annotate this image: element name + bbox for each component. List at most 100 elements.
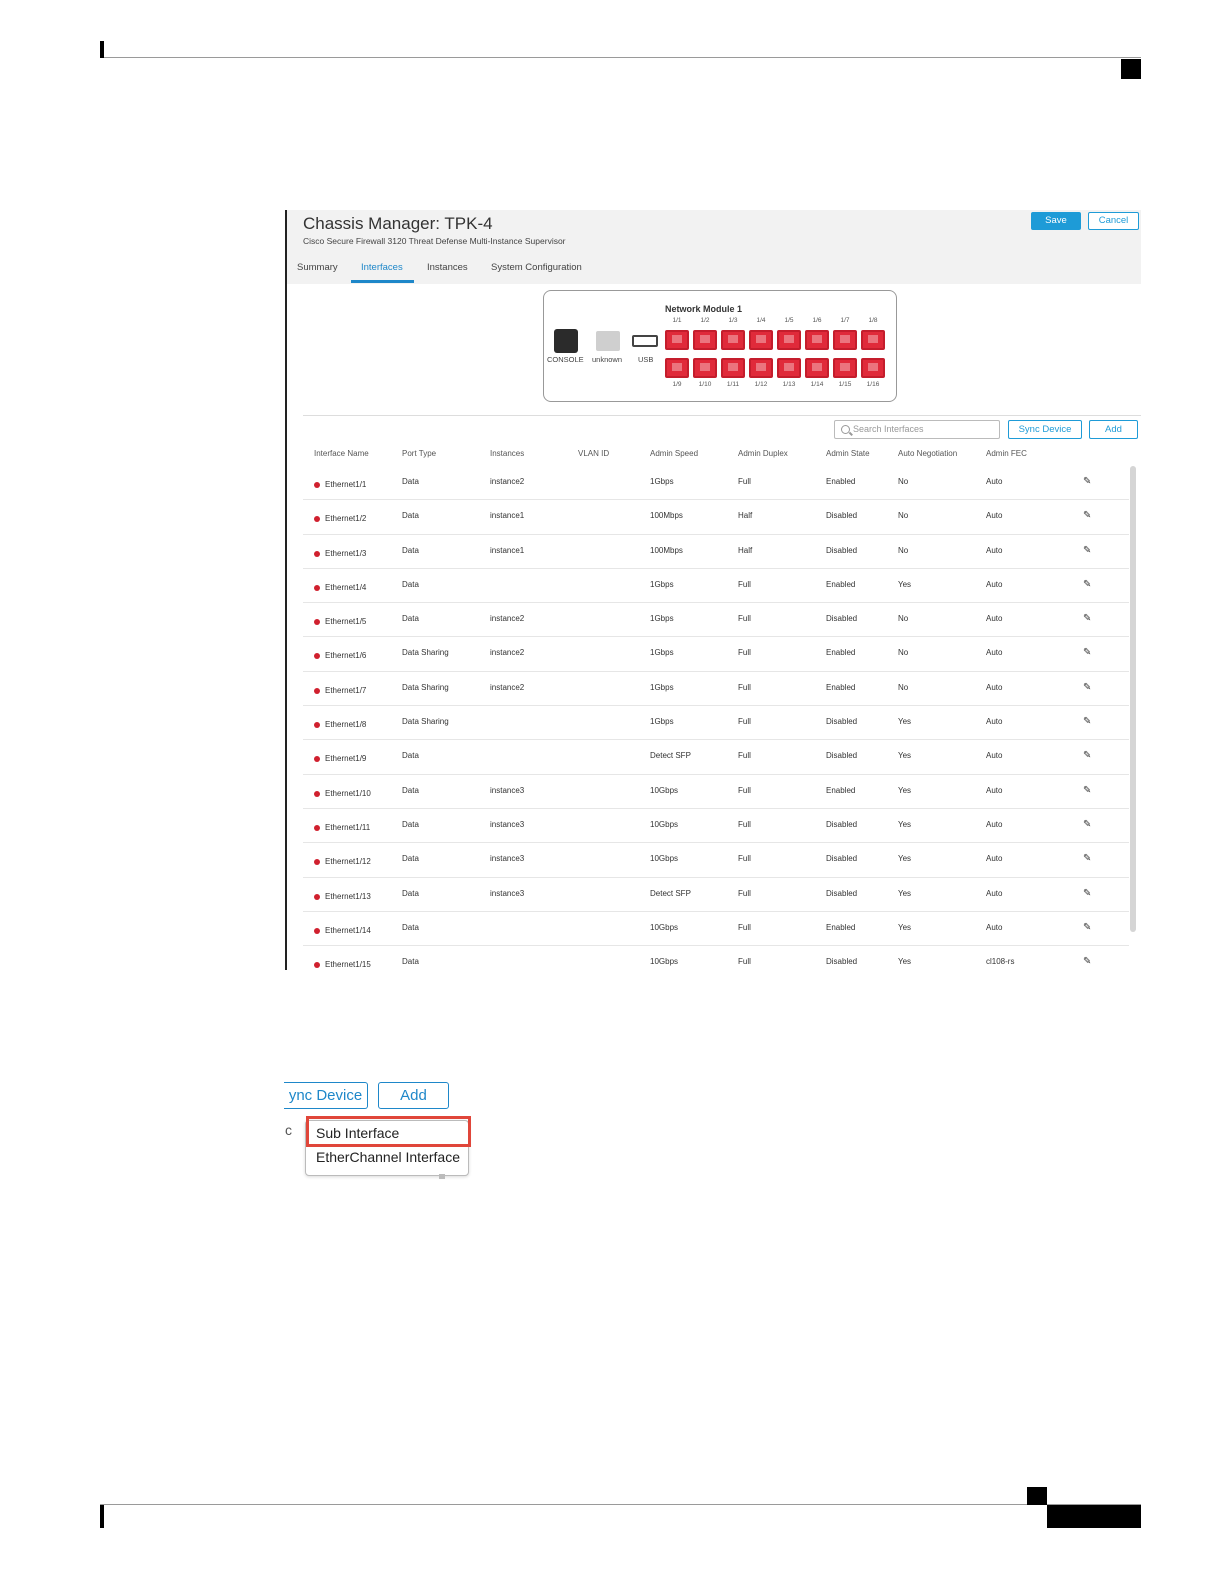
column-header-admin-state[interactable]: Admin State: [826, 449, 870, 458]
header-rule: [100, 57, 1141, 58]
table-row[interactable]: Ethernet1/5 Data instance2 1Gbps Full Disable…: [303, 603, 1129, 638]
table-row[interactable]: Ethernet1/8 Data Sharing 1Gbps Full Disabled…: [303, 706, 1129, 741]
column-header-interface-name[interactable]: Interface Name: [314, 449, 369, 458]
edit-icon[interactable]: ✎: [1083, 888, 1091, 899]
port-label-bottom: 1/9: [672, 381, 682, 388]
ethernet-port-icon[interactable]: [805, 330, 829, 350]
table-row[interactable]: Ethernet1/13 Data instance3 Detect SFP Full D…: [303, 878, 1129, 912]
edit-icon[interactable]: ✎: [1083, 750, 1091, 761]
search-placeholder: Search Interfaces: [853, 424, 924, 434]
table-row[interactable]: Ethernet1/7 Data Sharing instance2 1Gbps Ful…: [303, 672, 1129, 707]
cell-admin-speed: Detect SFP: [650, 888, 691, 898]
edit-icon[interactable]: ✎: [1083, 716, 1091, 727]
active-tab-indicator: [351, 280, 414, 283]
cell-auto-negotiation: Yes: [898, 751, 912, 761]
edit-icon[interactable]: ✎: [1083, 956, 1091, 967]
ethernet-port-icon[interactable]: [665, 358, 689, 378]
table-row[interactable]: Ethernet1/15 Data 10Gbps Full Disabled Yes cl1…: [303, 946, 1129, 970]
table-row[interactable]: Ethernet1/2 Data instance1 100Mbps Half Disab…: [303, 500, 1129, 535]
table-row[interactable]: Ethernet1/11 Data instance3 10Gbps Full Disab…: [303, 809, 1129, 844]
zoom-add-button[interactable]: Add: [378, 1082, 449, 1109]
cell-port-type: Data: [402, 477, 419, 486]
edit-icon[interactable]: ✎: [1083, 647, 1091, 658]
edit-icon[interactable]: ✎: [1083, 545, 1091, 556]
cell-port-type: Data Sharing: [402, 682, 449, 692]
cell-admin-speed: 1Gbps: [650, 477, 674, 486]
table-row[interactable]: Ethernet1/9 Data Detect SFP Full Disabled Yes…: [303, 740, 1129, 775]
edit-icon[interactable]: ✎: [1083, 510, 1091, 521]
cell-admin-speed: 1Gbps: [650, 614, 674, 624]
ethernet-port-icon[interactable]: [749, 330, 773, 350]
cell-admin-duplex: Full: [738, 477, 751, 486]
table-row[interactable]: Ethernet1/10 Data instance3 10Gbps Full Enabl…: [303, 775, 1129, 809]
cell-admin-speed: 10Gbps: [650, 854, 679, 864]
table-row[interactable]: Ethernet1/6 Data Sharing instance2 1Gbps Ful…: [303, 637, 1129, 672]
cell-admin-fec: Auto: [986, 614, 1003, 624]
network-module-panel: CONSOLE unknown USB Network Module 1 1/1…: [543, 290, 897, 402]
ethernet-port-icon[interactable]: [749, 358, 773, 378]
ethernet-port-icon[interactable]: [721, 358, 745, 378]
table-row[interactable]: Ethernet1/1 Data instance2 1Gbps Full Enabled…: [303, 466, 1129, 501]
table-scrollbar[interactable]: [1130, 466, 1136, 932]
ethernet-port-icon[interactable]: [777, 358, 801, 378]
table-row[interactable]: Ethernet1/14 Data 10Gbps Full Enabled Yes Auto…: [303, 912, 1129, 947]
cell-instances: instance3: [490, 888, 525, 898]
cell-admin-duplex: Full: [738, 614, 751, 624]
table-row[interactable]: Ethernet1/3 Data instance1 100Mbps Half Disab…: [303, 535, 1129, 569]
table-row[interactable]: Ethernet1/4 Data 1Gbps Full Enabled Yes Auto ✎: [303, 569, 1129, 604]
ethernet-port-icon[interactable]: [777, 330, 801, 350]
ethernet-port-icon[interactable]: [693, 358, 717, 378]
edit-icon[interactable]: ✎: [1083, 682, 1091, 693]
ethernet-port-icon[interactable]: [861, 330, 885, 350]
edit-icon[interactable]: ✎: [1083, 785, 1091, 796]
cell-auto-negotiation: Yes: [898, 922, 912, 932]
ethernet-port-icon[interactable]: [833, 358, 857, 378]
ethernet-port-icon[interactable]: [805, 358, 829, 378]
edit-icon[interactable]: ✎: [1083, 922, 1091, 933]
cell-port-type: Data: [402, 888, 419, 898]
column-header-admin-speed[interactable]: Admin Speed: [650, 449, 698, 458]
ethernet-port-icon[interactable]: [861, 358, 885, 378]
add-button[interactable]: Add: [1089, 420, 1138, 439]
search-input[interactable]: Search Interfaces: [834, 420, 1000, 439]
ethernet-port-icon[interactable]: [665, 330, 689, 350]
column-header-vlan-id[interactable]: VLAN ID: [578, 449, 609, 458]
tab-instances[interactable]: Instances: [427, 262, 468, 273]
menu-item-etherchannel-interface[interactable]: EtherChannel Interface: [316, 1149, 460, 1165]
edit-icon[interactable]: ✎: [1083, 476, 1091, 487]
cell-admin-state: Enabled: [826, 648, 856, 658]
tab-system-configuration[interactable]: System Configuration: [491, 262, 582, 273]
cell-interface-name: Ethernet1/1: [325, 480, 367, 489]
edit-icon[interactable]: ✎: [1083, 819, 1091, 830]
column-header-admin-duplex[interactable]: Admin Duplex: [738, 449, 788, 458]
save-button[interactable]: Save: [1031, 212, 1081, 230]
edit-icon[interactable]: ✎: [1083, 579, 1091, 590]
port-label-bottom: 1/16: [866, 381, 880, 388]
cell-admin-fec: Auto: [986, 545, 1003, 555]
tab-interfaces[interactable]: Interfaces: [361, 262, 403, 273]
table-row[interactable]: Ethernet1/12 Data instance3 10Gbps Full Disab…: [303, 843, 1129, 878]
port-label-bottom: 1/11: [726, 381, 740, 388]
tab-summary[interactable]: Summary: [297, 262, 338, 273]
zoom-sync-device-button[interactable]: ync Device: [284, 1082, 368, 1109]
column-header-instances[interactable]: Instances: [490, 449, 524, 458]
port-label-bottom: 1/10: [698, 381, 712, 388]
cell-port-type: Data: [402, 922, 419, 932]
sync-device-button[interactable]: Sync Device: [1008, 420, 1082, 439]
cell-instances: instance2: [490, 614, 525, 624]
column-header-port-type[interactable]: Port Type: [402, 449, 436, 458]
cell-admin-state: Enabled: [826, 922, 856, 932]
cell-admin-fec: Auto: [986, 648, 1003, 658]
cancel-button[interactable]: Cancel: [1088, 212, 1139, 230]
column-header-auto-negotiation[interactable]: Auto Negotiation: [898, 449, 957, 458]
cell-admin-duplex: Full: [738, 819, 751, 829]
edit-icon[interactable]: ✎: [1083, 613, 1091, 624]
ethernet-port-icon[interactable]: [693, 330, 717, 350]
column-header-admin-fec[interactable]: Admin FEC: [986, 449, 1027, 458]
cell-port-type: Data: [402, 579, 419, 589]
ethernet-port-icon[interactable]: [721, 330, 745, 350]
edit-icon[interactable]: ✎: [1083, 853, 1091, 864]
highlight-box: [306, 1116, 471, 1147]
cell-admin-fec: Auto: [986, 717, 1003, 727]
ethernet-port-icon[interactable]: [833, 330, 857, 350]
